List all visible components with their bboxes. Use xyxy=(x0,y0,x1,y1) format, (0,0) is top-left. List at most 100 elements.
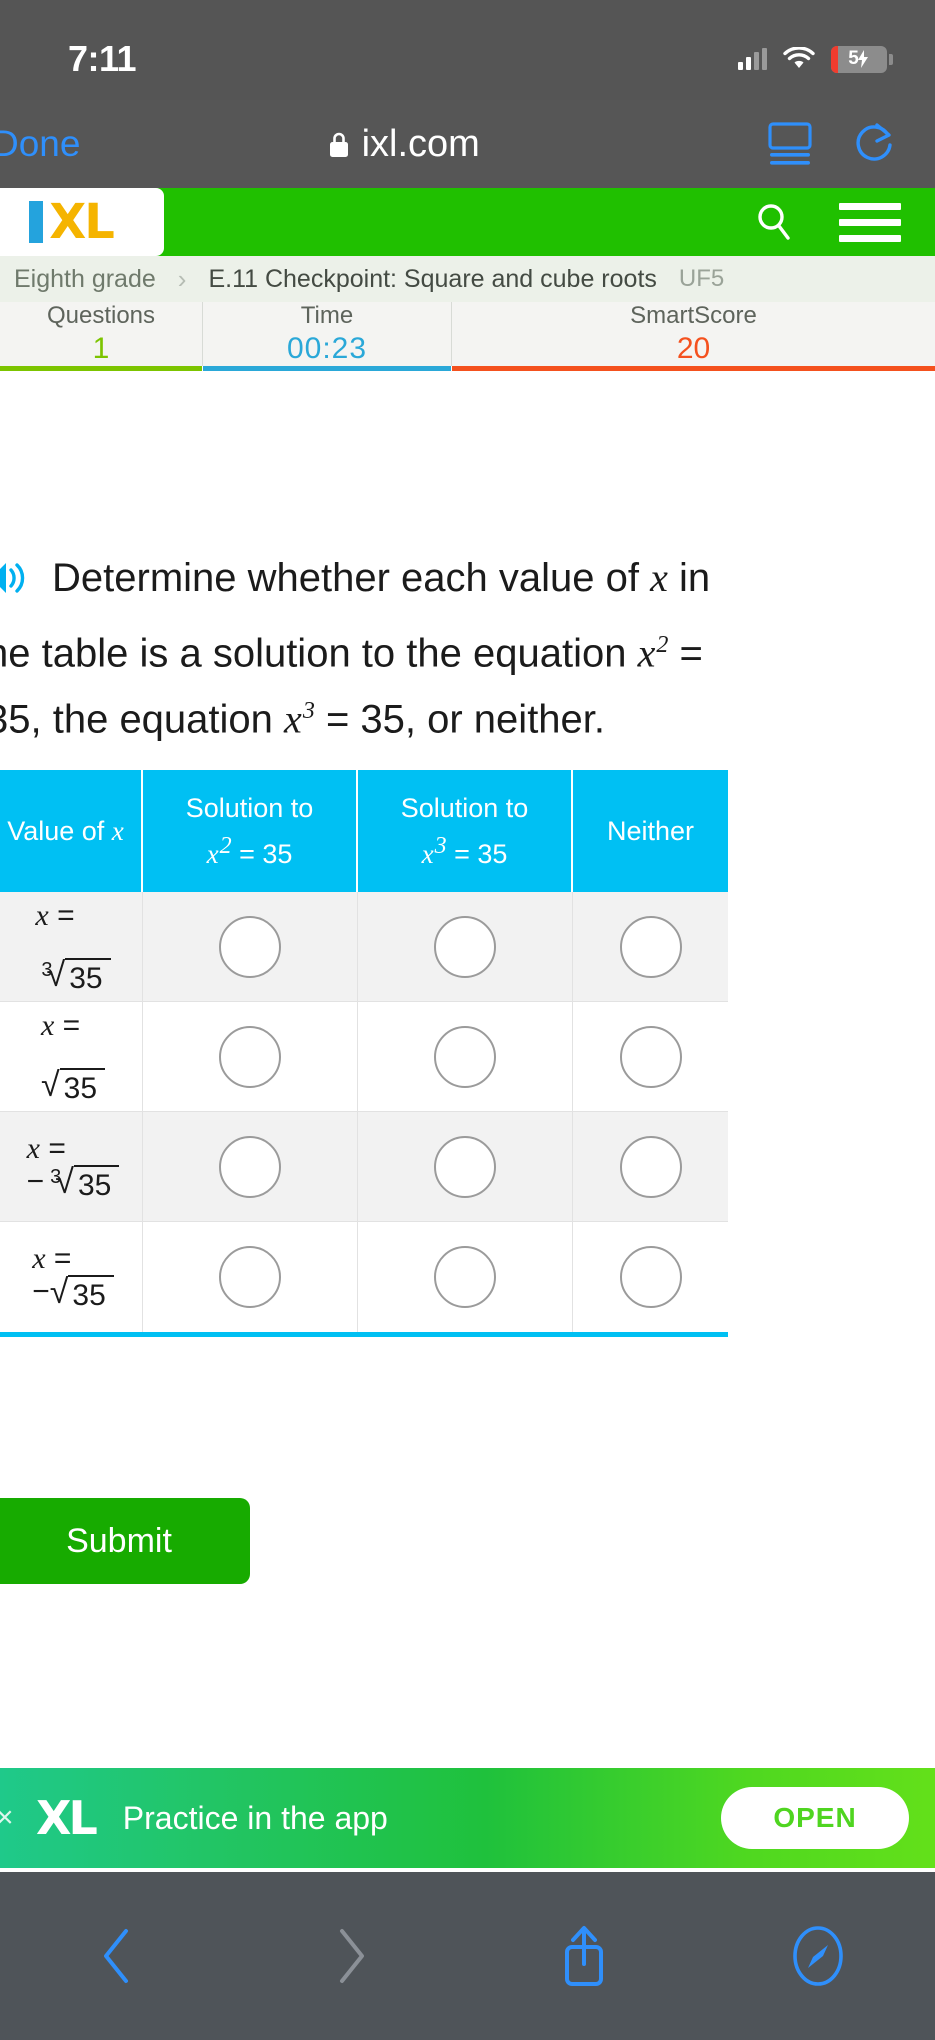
radio-cell-x3[interactable] xyxy=(358,1222,573,1332)
stat-smartscore: SmartScore 20 xyxy=(452,302,935,371)
radio-button[interactable] xyxy=(434,1025,496,1088)
app-install-banner: × XL Practice in the app OPEN xyxy=(0,1768,935,1868)
radio-cell-x2[interactable] xyxy=(143,1002,358,1112)
status-time: 7:11 xyxy=(68,38,137,79)
header-text: Neither xyxy=(606,816,695,846)
question-line-1: Determine whether each value of x in xyxy=(0,545,710,611)
hamburger-menu-icon[interactable] xyxy=(839,202,901,242)
url-field[interactable]: ixl.com xyxy=(40,123,767,166)
row-value-cell: x = − √ 35 xyxy=(0,1222,143,1332)
radio-cell-neither[interactable] xyxy=(573,1002,728,1112)
radio-button[interactable] xyxy=(434,1246,496,1308)
stat-label: Time xyxy=(300,302,354,329)
question-exponent: 3 xyxy=(302,698,315,724)
table-row: x = √ 35 xyxy=(0,1002,728,1112)
row-value-cell: x = − 3 √ 35 xyxy=(0,1112,143,1222)
radicand: 35 xyxy=(68,1275,114,1312)
banner-text: Practice in the app xyxy=(122,1799,388,1836)
radio-cell-neither[interactable] xyxy=(573,892,728,1002)
table-header-neither: Neither xyxy=(573,770,728,892)
table-header-solution-x2: Solution to x2 = 35 xyxy=(143,770,358,892)
row-equals: = xyxy=(57,898,75,932)
row-value-cell: x = 3 √ 35 xyxy=(0,892,143,1002)
reader-view-icon[interactable] xyxy=(767,122,813,166)
radical-sign: − xyxy=(26,1164,45,1198)
lock-icon xyxy=(329,132,348,157)
header-text: Solution to xyxy=(400,793,529,823)
open-app-button[interactable]: OPEN xyxy=(721,1787,909,1849)
share-icon xyxy=(565,1926,604,1986)
radio-button[interactable] xyxy=(619,1246,682,1308)
radio-button[interactable] xyxy=(219,1135,281,1198)
question-equals: = xyxy=(679,631,703,676)
row-var-x: x xyxy=(26,1131,40,1165)
safari-compass-icon xyxy=(793,1926,843,1986)
stat-underline xyxy=(0,366,202,371)
radio-cell-x3[interactable] xyxy=(358,892,573,1002)
submit-button[interactable]: Submit xyxy=(0,1498,250,1584)
radio-button[interactable] xyxy=(219,915,281,978)
question-var-x: x xyxy=(284,696,302,742)
question-line-2: he table is a solution to the equation x… xyxy=(0,612,703,686)
radical-expression: − 3 √ 35 xyxy=(26,1164,120,1202)
ixl-logo[interactable]: XL xyxy=(0,188,164,256)
stat-underline xyxy=(452,366,935,371)
header-var-x: x xyxy=(111,816,124,846)
cellular-signal-icon xyxy=(738,48,767,70)
stat-value: 20 xyxy=(676,332,711,365)
speaker-audio-icon[interactable] xyxy=(0,555,32,601)
radio-button[interactable] xyxy=(219,1246,281,1308)
tabs-button[interactable] xyxy=(701,1925,935,1987)
chevron-right-icon: › xyxy=(177,263,187,294)
ios-status-bar: 7:11 5 xyxy=(0,0,935,100)
question-text-1-tail: in xyxy=(679,556,711,600)
radio-cell-x2[interactable] xyxy=(143,1222,358,1332)
row-var-x: x xyxy=(40,1008,55,1042)
stat-value: 00:23 xyxy=(286,332,368,365)
header-equation: = 35 xyxy=(239,839,293,869)
breadcrumb-grade[interactable]: Eighth grade xyxy=(14,265,156,294)
radio-button[interactable] xyxy=(434,915,496,978)
forward-button[interactable] xyxy=(234,1927,468,1985)
radio-button[interactable] xyxy=(434,1135,496,1198)
back-button[interactable] xyxy=(0,1927,234,1985)
search-icon[interactable] xyxy=(755,202,793,242)
radio-cell-x3[interactable] xyxy=(358,1002,573,1112)
screen: 7:11 5 Done ixl.com XL Eighth grade › E.… xyxy=(0,0,935,2040)
safari-actions xyxy=(767,121,895,167)
logo-i-bar xyxy=(29,201,44,243)
reload-icon[interactable] xyxy=(853,121,895,167)
breadcrumb-skill-code: UF5 xyxy=(678,265,725,292)
radio-button[interactable] xyxy=(619,1025,682,1088)
radio-cell-neither[interactable] xyxy=(573,1112,728,1222)
question-text-3: 35, the equation xyxy=(0,697,273,742)
row-var-x: x xyxy=(35,898,49,932)
radicand: 35 xyxy=(59,1067,106,1105)
radio-button[interactable] xyxy=(619,1135,682,1198)
header-actions xyxy=(755,202,935,242)
radical-symbol: √ xyxy=(49,1273,69,1311)
chevron-left-icon xyxy=(103,1929,128,1983)
radio-cell-x3[interactable] xyxy=(358,1112,573,1222)
radio-button[interactable] xyxy=(619,915,682,978)
radio-cell-x2[interactable] xyxy=(143,892,358,1002)
radio-button[interactable] xyxy=(219,1025,281,1088)
question-line-3: 35, the equation x3 = 35, or neither. xyxy=(0,678,605,752)
table-body: x = 3 √ 35 x = √ 35 x = − 3 √ 35 x = − √… xyxy=(0,892,728,1337)
question-text-1: Determine whether each value of xyxy=(52,556,639,600)
close-icon[interactable]: × xyxy=(0,1801,18,1835)
radio-cell-x2[interactable] xyxy=(143,1112,358,1222)
radical-expression: − √ 35 xyxy=(32,1275,114,1312)
header-text: Solution to xyxy=(185,793,314,823)
table-row: x = − √ 35 xyxy=(0,1222,728,1332)
radio-cell-neither[interactable] xyxy=(573,1222,728,1332)
header-text: Value of xyxy=(7,816,105,846)
radical-symbol: √ xyxy=(40,1065,60,1104)
row-equals: = xyxy=(53,1242,72,1275)
question-var-x: x xyxy=(650,555,668,600)
question-text-2: he table is a solution to the equation xyxy=(0,631,627,676)
radical-expression: 3 √ 35 xyxy=(35,957,111,995)
breadcrumb-skill: E.11 Checkpoint: Square and cube roots xyxy=(208,264,657,293)
stat-questions: Questions 1 xyxy=(0,302,202,371)
share-button[interactable] xyxy=(468,1923,702,1989)
